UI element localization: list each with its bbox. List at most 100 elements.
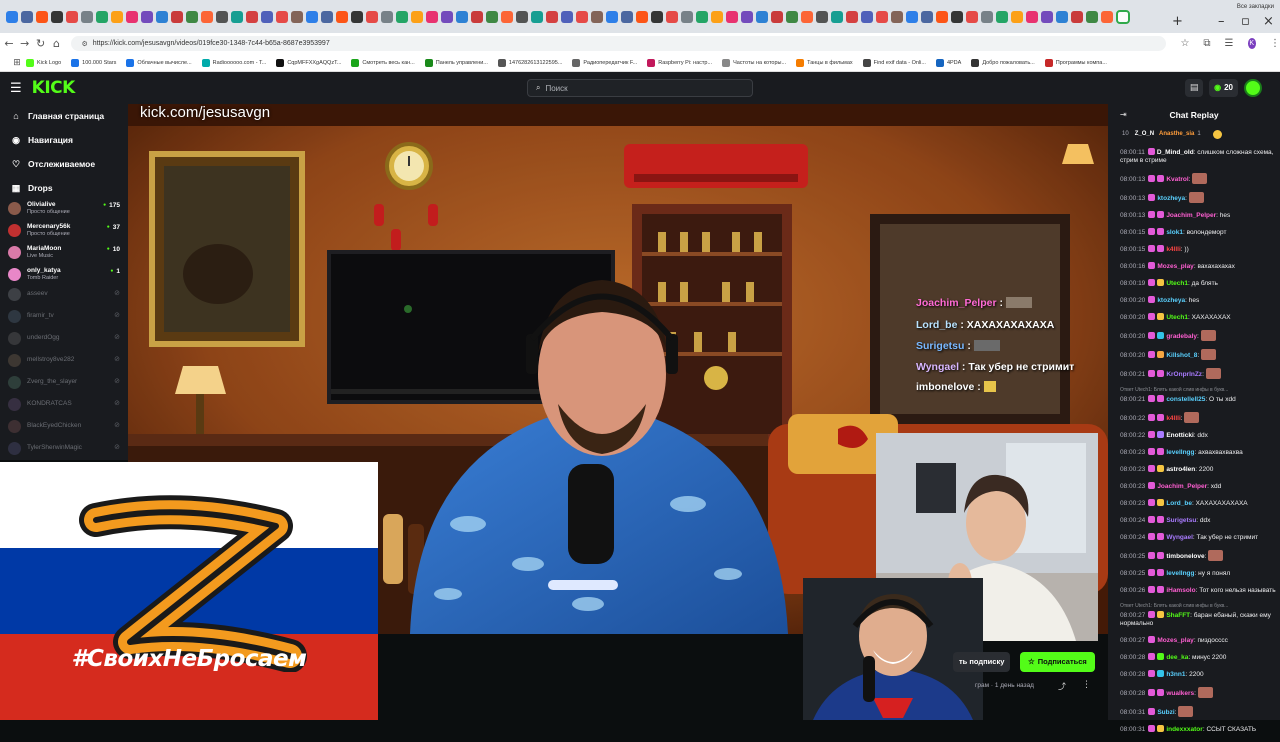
browser-tab[interactable] xyxy=(426,10,438,23)
kick-logo[interactable]: KICK xyxy=(32,78,76,98)
bookmark-item[interactable]: Find exif data - Onli... xyxy=(862,58,926,67)
bookmark-item[interactable]: Kick Logo xyxy=(26,58,61,67)
sidebar-item-browse[interactable]: ◉ Навигация xyxy=(0,128,128,152)
browser-tab[interactable] xyxy=(486,10,498,23)
chat-username[interactable]: Wyngael xyxy=(1166,534,1193,541)
forward-icon[interactable]: → xyxy=(18,37,32,50)
bookmark-item[interactable]: Raspberry Pi: настр... xyxy=(647,58,712,67)
browser-tab[interactable] xyxy=(246,10,258,23)
chat-username[interactable]: Surigetsu xyxy=(1166,517,1196,524)
browser-tab[interactable] xyxy=(456,10,468,23)
browser-tab[interactable] xyxy=(1011,10,1023,23)
sidebar-channel-offline[interactable]: TylerSherwinMagic ⊘ xyxy=(8,438,120,458)
subscribe-button[interactable]: ☆ Подписаться xyxy=(1020,652,1095,672)
browser-tab[interactable] xyxy=(111,10,123,23)
bookmark-item[interactable]: Смотреть весь кан... xyxy=(351,58,415,67)
browser-tab[interactable] xyxy=(81,10,93,23)
browser-tab[interactable] xyxy=(696,10,708,23)
browser-tab[interactable] xyxy=(96,10,108,23)
sidebar-channel-offline[interactable]: BlackEyedChicken ⊘ xyxy=(8,416,120,436)
sidebar-channel-offline[interactable]: underdOgg ⊘ xyxy=(8,328,120,348)
browser-tab[interactable] xyxy=(831,10,843,23)
chat-username[interactable]: KrOnprInZz xyxy=(1166,371,1202,378)
layout-icon[interactable]: ▤ xyxy=(1185,79,1204,97)
sidebar-item-home[interactable]: ⌂ Главная страница xyxy=(0,104,128,128)
browser-tab[interactable] xyxy=(816,10,828,23)
chat-username[interactable]: h3nn1 xyxy=(1166,671,1185,678)
browser-tab[interactable] xyxy=(276,10,288,23)
sidebar-channel-offline[interactable]: mellstroy8ve282 ⊘ xyxy=(8,350,120,370)
sidebar-icon[interactable]: ☰ xyxy=(1225,38,1234,49)
browser-tab[interactable] xyxy=(681,10,693,23)
chat-username[interactable]: levelIngg xyxy=(1166,570,1194,577)
browser-tab[interactable] xyxy=(666,10,678,23)
browser-tab[interactable] xyxy=(321,10,333,23)
browser-tab[interactable] xyxy=(711,10,723,23)
browser-tab-active[interactable] xyxy=(1116,9,1130,24)
close-window-icon[interactable]: × xyxy=(1263,14,1274,29)
all-bookmarks[interactable]: Все закладки xyxy=(1237,4,1274,10)
extensions-icon[interactable]: ⧉ xyxy=(1203,38,1210,49)
new-tab-icon[interactable]: + xyxy=(1172,14,1183,29)
bookmark-item[interactable]: Облачные вычисле... xyxy=(126,58,192,67)
browser-tab[interactable] xyxy=(141,10,153,23)
chat-username[interactable]: ktozheya xyxy=(1157,297,1185,304)
chat-username[interactable]: Utech1 xyxy=(1166,280,1188,287)
browser-tab[interactable] xyxy=(891,10,903,23)
browser-tab[interactable] xyxy=(576,10,588,23)
browser-tab[interactable] xyxy=(1041,10,1053,23)
bookmark-item[interactable]: Добро пожаловать... xyxy=(971,58,1035,67)
browser-tab[interactable] xyxy=(786,10,798,23)
sidebar-channel-offline[interactable]: Zverg_the_slayer ⊘ xyxy=(8,372,120,392)
browser-tab[interactable] xyxy=(621,10,633,23)
browser-tab[interactable] xyxy=(756,10,768,23)
browser-tab[interactable] xyxy=(1026,10,1038,23)
browser-tab[interactable] xyxy=(1086,10,1098,23)
kick-coins-badge[interactable]: ◉ 20 xyxy=(1209,79,1238,97)
browser-tab[interactable] xyxy=(861,10,873,23)
user-avatar[interactable] xyxy=(1244,79,1262,97)
bookmark-item[interactable]: Панель управлени... xyxy=(424,58,488,67)
chat-username[interactable]: dee_ka xyxy=(1166,654,1188,661)
browser-tab[interactable] xyxy=(501,10,513,23)
browser-tab[interactable] xyxy=(21,10,33,23)
chat-username[interactable]: Lord_be xyxy=(1166,500,1192,507)
bookmark-star-icon[interactable]: ☆ xyxy=(1180,38,1189,49)
chat-username[interactable]: wualkers xyxy=(1166,690,1194,697)
sidebar-channel-live[interactable]: OlivialiveПросто общение 175 xyxy=(8,198,120,218)
browser-tab[interactable] xyxy=(306,10,318,23)
browser-tab[interactable] xyxy=(6,10,18,23)
browser-tab[interactable] xyxy=(381,10,393,23)
browser-tab[interactable] xyxy=(801,10,813,23)
sidebar-channel-offline[interactable]: KONDRATCAS ⊘ xyxy=(8,394,120,414)
bookmark-item[interactable]: Программы компа... xyxy=(1044,58,1107,67)
browser-tab[interactable] xyxy=(126,10,138,23)
browser-tab[interactable] xyxy=(966,10,978,23)
browser-tab[interactable] xyxy=(216,10,228,23)
browser-tab[interactable] xyxy=(591,10,603,23)
browser-tab[interactable] xyxy=(156,10,168,23)
chat-username[interactable]: k4llli xyxy=(1166,246,1180,253)
chat-username[interactable]: Utech1 xyxy=(1166,314,1188,321)
browser-tab[interactable] xyxy=(546,10,558,23)
browser-tab[interactable] xyxy=(201,10,213,23)
browser-tab[interactable] xyxy=(876,10,888,23)
chat-username[interactable]: astro4len xyxy=(1166,466,1195,473)
chat-username[interactable]: Killshot_8 xyxy=(1166,352,1197,359)
sidebar-item-following[interactable]: ♡ Отслеживаемое xyxy=(0,152,128,176)
browser-tab[interactable] xyxy=(291,10,303,23)
browser-tab[interactable] xyxy=(936,10,948,23)
browser-tab[interactable] xyxy=(186,10,198,23)
chat-username[interactable]: Joachim_Pelper xyxy=(1166,212,1216,219)
browser-tab[interactable] xyxy=(471,10,483,23)
chat-username[interactable]: Enotticki xyxy=(1166,432,1193,439)
bookmark-item[interactable]: Частоты на которы... xyxy=(722,58,786,67)
chat-username[interactable]: ShaFFT xyxy=(1166,612,1190,619)
browser-tab[interactable] xyxy=(921,10,933,23)
chat-username[interactable]: Subzi xyxy=(1157,709,1174,716)
sidebar-channel-offline[interactable]: asseev ⊘ xyxy=(8,284,120,304)
bookmark-item[interactable]: Радиопередатчик F... xyxy=(572,58,637,67)
browser-tab[interactable] xyxy=(36,10,48,23)
chat-username[interactable]: Kvatrol xyxy=(1166,176,1188,183)
chat-username[interactable]: constellell25 xyxy=(1166,396,1205,403)
